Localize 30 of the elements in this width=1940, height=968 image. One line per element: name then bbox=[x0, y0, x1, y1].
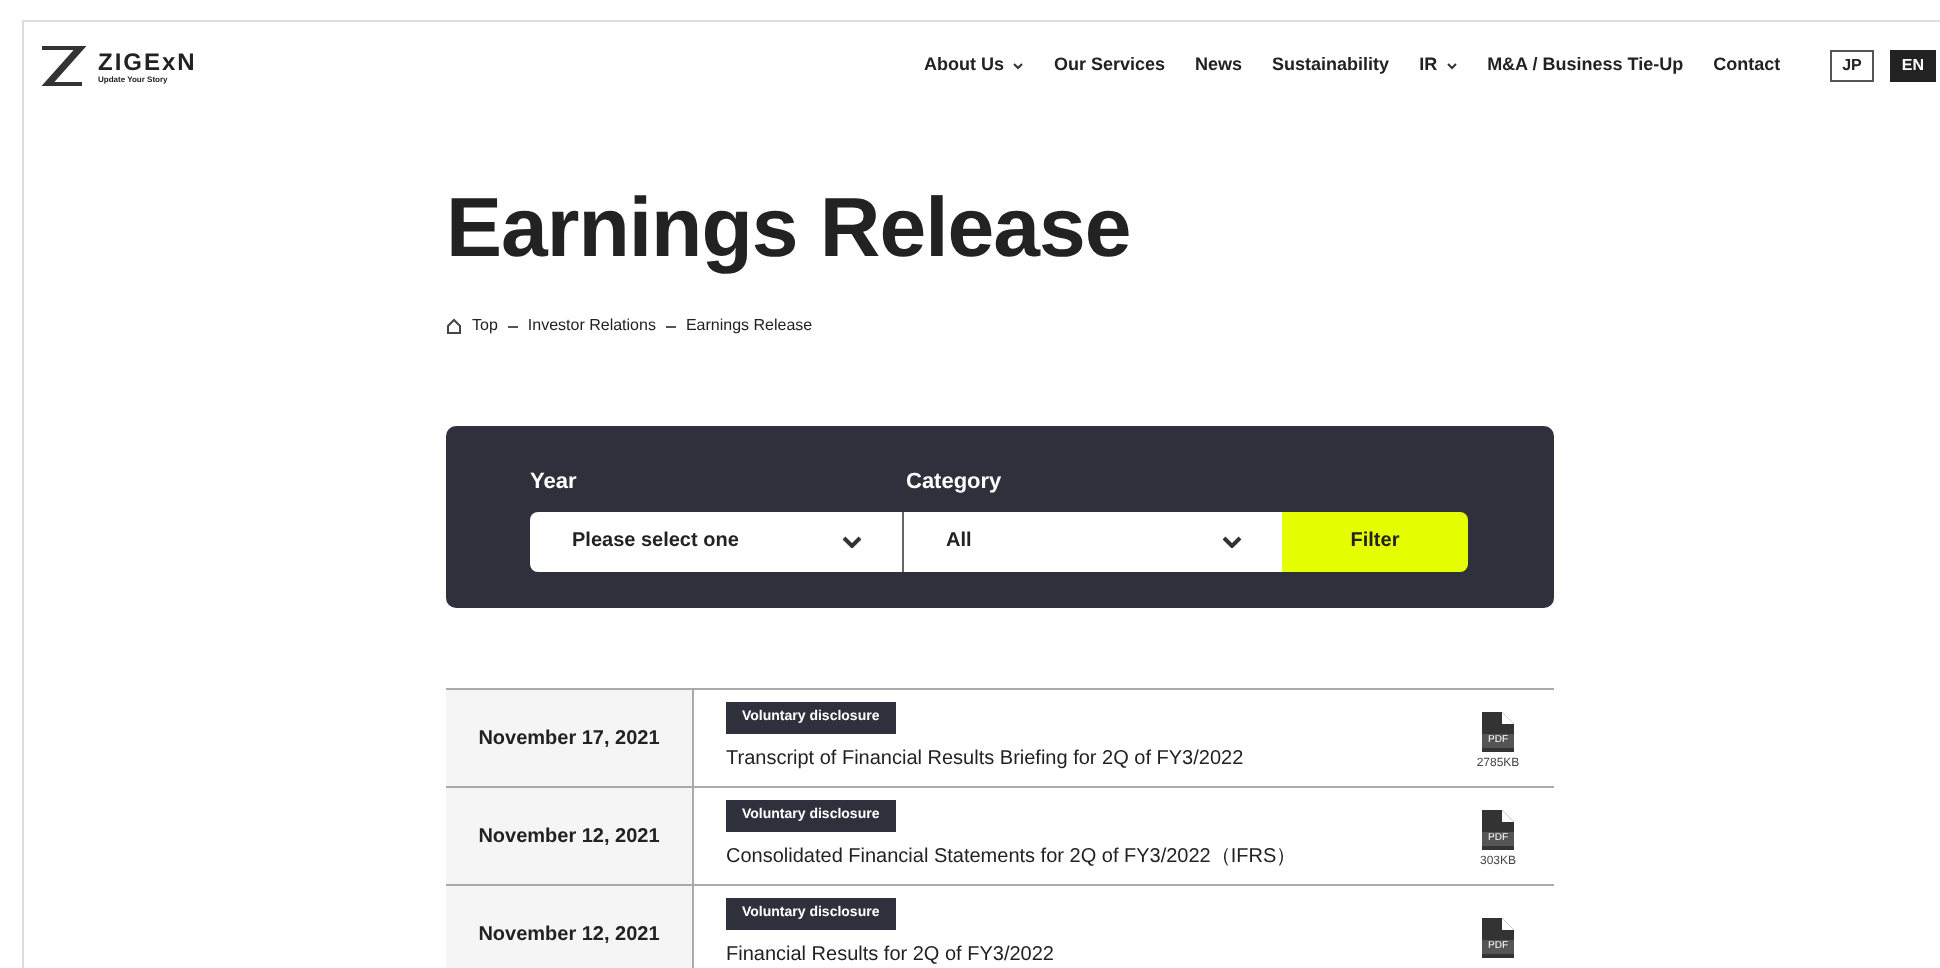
chevron-down-icon bbox=[842, 535, 862, 547]
nav-link[interactable]: Our Services bbox=[1053, 52, 1166, 80]
release-link[interactable]: Financial Results for 2Q of FY3/2022 bbox=[726, 940, 1442, 968]
page-title: Earnings Release bbox=[446, 186, 1133, 270]
date-cell: November 12, 2021 bbox=[446, 886, 694, 968]
filter-button[interactable]: Filter bbox=[1282, 511, 1468, 571]
category-select[interactable]: All bbox=[904, 511, 1282, 571]
breadcrumb-separator bbox=[507, 325, 518, 327]
nav-link[interactable]: Sustainability bbox=[1272, 52, 1390, 80]
breadcrumb-link[interactable]: Investor Relations bbox=[527, 314, 656, 338]
breadcrumb-separator bbox=[665, 325, 676, 327]
date-cell: November 12, 2021 bbox=[446, 788, 694, 884]
logo-name: ZIGExN bbox=[98, 49, 197, 73]
category-label: Category bbox=[906, 468, 1002, 498]
language-button[interactable]: JP bbox=[1830, 50, 1874, 82]
language-button[interactable]: EN bbox=[1889, 50, 1936, 82]
breadcrumb-link[interactable]: Top bbox=[472, 314, 498, 338]
breadcrumb-link[interactable]: Earnings Release bbox=[685, 314, 813, 338]
nav-link[interactable]: IR bbox=[1419, 52, 1458, 80]
year-select[interactable]: Please select one bbox=[530, 511, 904, 571]
nav-link[interactable]: M&A / Business Tie-Up bbox=[1487, 52, 1684, 80]
nav-link[interactable]: Contact bbox=[1713, 52, 1781, 80]
release-link[interactable]: Transcript of Financial Results Briefing for 2Q of FY3/2022 bbox=[726, 744, 1442, 775]
nav-link[interactable]: About Us bbox=[923, 52, 1024, 80]
nav-link[interactable]: News bbox=[1195, 52, 1243, 80]
date-cell: November 17, 2021 bbox=[446, 690, 694, 786]
year-label: Year bbox=[530, 468, 579, 498]
chevron-down-icon bbox=[1222, 535, 1242, 547]
home-icon bbox=[446, 318, 462, 334]
release-link[interactable]: Consolidated Financial Statements for 2Q of FY3/2022（IFRS） bbox=[726, 842, 1442, 873]
